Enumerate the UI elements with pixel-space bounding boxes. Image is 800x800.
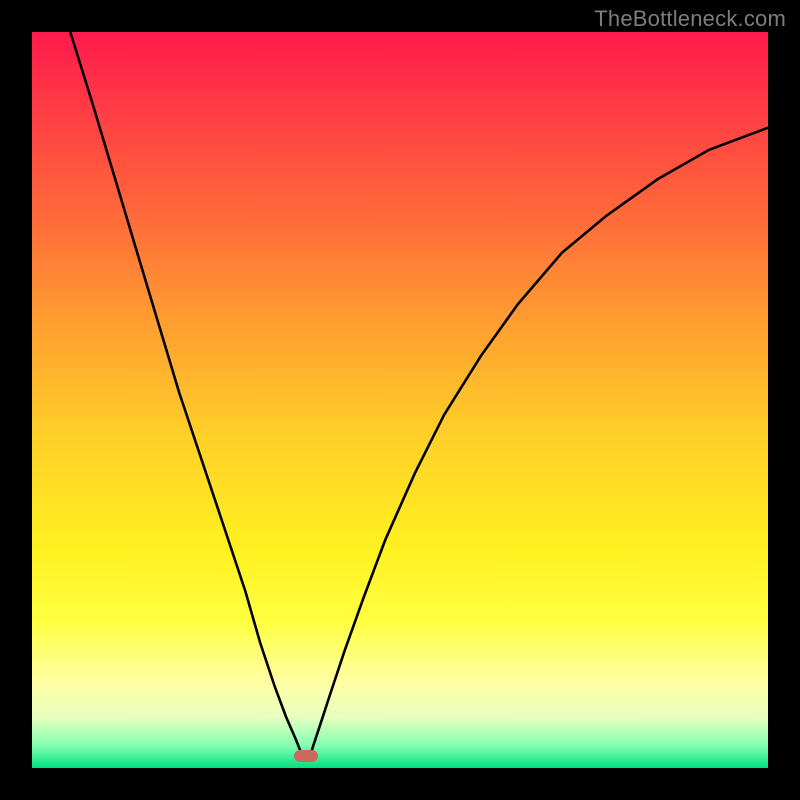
chart-frame: TheBottleneck.com [0,0,800,800]
optimal-marker [294,750,318,762]
plot-area [32,32,768,768]
watermark-text: TheBottleneck.com [594,6,786,32]
bottleneck-curve [32,32,768,768]
